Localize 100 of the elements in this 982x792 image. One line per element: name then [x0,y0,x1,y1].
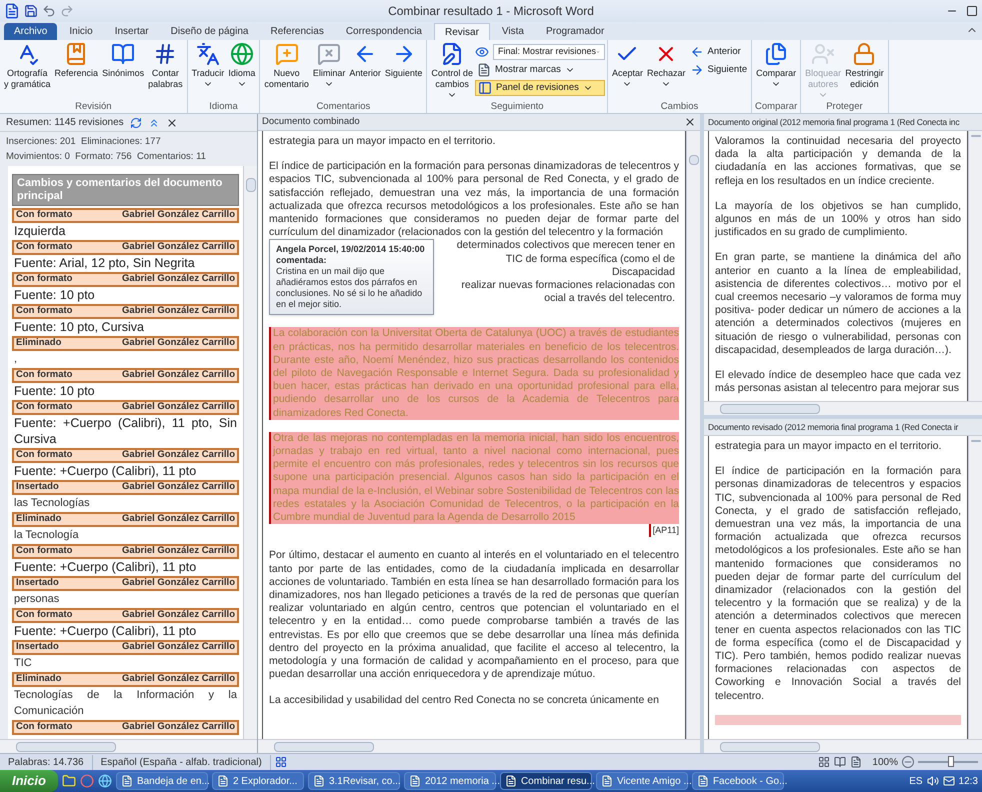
zoom-level[interactable]: 100% [872,754,898,770]
text-line: determinados colectivos que merecen tener en [456,239,675,253]
revision-header[interactable]: Insertado Gabriel González Carrillo [12,640,239,655]
horizontal-scrollbar[interactable] [258,739,700,753]
folder-icon[interactable] [62,774,76,788]
ribbon-button[interactable]: Traducir [190,40,226,101]
revision-header[interactable]: Con formato Gabriel González Carrillo [12,720,239,735]
revision-header[interactable]: Con formato Gabriel González Carrillo [12,608,239,623]
horizontal-scrollbar[interactable] [0,739,257,753]
revision-text: Fuente: +Cuerpo (Calibri), 11 pto [13,559,198,575]
ribbon-tab[interactable]: Insertar [104,23,159,40]
paragraph: Valoramos la continuidad necesaria del proyecto dada la alta participación y demanda de la ciudadanía en las acciones formativas, que se refleja en los resultados en un índice creciente. [715,135,961,188]
group-label: Revisión [74,101,113,113]
ribbon-small-button[interactable]: Panel de revisiones [474,80,605,96]
ribbon-small-button[interactable]: Anterior [688,44,750,60]
taskbar-button[interactable]: Combinar resu... [500,772,592,790]
close-icon[interactable] [166,116,178,128]
group-label: Proteger [825,101,864,113]
ribbon-tab[interactable]: Inicio [59,23,103,40]
pane-title: Documento original (2012 memoria final programa 1 (Red Conecta inc [708,116,960,128]
start-button[interactable]: Inicio [0,770,58,792]
revision-header[interactable]: Eliminado Gabriel González Carrillo [12,672,239,687]
revision-header[interactable]: Insertado Gabriel González Carrillo [12,576,239,591]
revision-type: Insertado [16,640,59,654]
taskbar-button[interactable]: Facebook - Go... [692,772,784,790]
horizontal-scrollbar[interactable] [704,401,982,415]
reading-view-icon[interactable] [834,756,846,768]
revision-header[interactable]: Con formato Gabriel González Carrillo [12,400,239,415]
ribbon-small-button[interactable]: Siguiente [688,62,750,78]
ribbon-button[interactable]: Eliminar [310,40,348,101]
ribbon-button[interactable]: Contar palabras [146,40,185,101]
volume-icon[interactable] [926,775,939,787]
vertical-scrollbar[interactable] [686,131,700,739]
restore-icon[interactable] [966,5,978,17]
ribbon-button[interactable]: Comparar [754,40,798,101]
ribbon-tab[interactable]: Correspondencia [336,23,432,40]
taskbar-button[interactable]: 2 Explorador... [212,772,304,790]
save-icon[interactable] [24,4,38,18]
ribbon-button[interactable]: Sinónimos [100,40,146,101]
ribbon-button[interactable]: Nuevo comentario [262,40,311,101]
revision-header[interactable]: Con formato Gabriel González Carrillo [12,272,239,287]
revision-text: Fuente: +Cuerpo (Calibri), 11 pto [13,463,198,479]
text-line: TIC de forma específica (como el de Discapacidad [504,252,675,280]
refresh-icon[interactable] [130,116,142,128]
revision-header[interactable]: Insertado Gabriel González Carrillo [12,480,239,495]
close-icon[interactable] [684,116,696,128]
revision-header[interactable]: Con formato Gabriel González Carrillo [12,544,239,559]
revision-header[interactable]: Con formato Gabriel González Carrillo [12,448,239,463]
translate-icon [196,42,220,66]
revision-type: Eliminado [16,512,62,526]
clock[interactable]: 12:3 [958,774,978,788]
taskbar-button[interactable]: 3.1Revisar, co... [308,772,400,790]
revision-header[interactable]: Con formato Gabriel González Carrillo [12,208,239,223]
taskbar-button[interactable]: Bandeja de en... [116,772,208,790]
vertical-scrollbar[interactable] [968,131,982,401]
ribbon-button[interactable]: Restringir edición [843,40,886,101]
vertical-scrollbar[interactable] [968,436,982,739]
mail-icon[interactable] [942,775,955,787]
revision-header[interactable]: Eliminado Gabriel González Carrillo [12,512,239,527]
ribbon-small-button[interactable]: Mostrar marcas [474,62,605,78]
print-layout-icon[interactable] [850,756,862,768]
input-language[interactable]: ES [909,774,923,788]
revision-text: , [13,352,18,367]
revision-author: Gabriel González Carrillo [122,480,235,494]
zoom-slider-thumb[interactable] [948,756,954,767]
ribbon-tab[interactable]: Archivo [4,23,58,40]
window-icon [216,775,229,787]
open-book-icon [111,42,136,66]
revision-header[interactable]: Con formato Gabriel González Carrillo [12,304,239,319]
ribbon-button[interactable]: Idioma [226,40,258,101]
ribbon-button[interactable]: Rechazar [644,40,688,101]
deleted-text: Otra de las mejoras no contempladas en la memoria inicial, han sido los encuentros, jornadas y trabajo en red virtual, tanto a nivel nacional como internacional, pues permite el encuentro con más profesionales, redes y telecentros sin los recursos que supone una participación presencial. Algunos casos han sido la participación en el mapa mundial de la e-Inclusión, el Webinar sobre Sostenibilidad de Telecentros con las redes estatales y la Asociación Comunidad de Telecentros, o la participación en la Cumbre mundial de Juventud para la Agenda de Desarrollo 2015 [269,432,679,524]
horizontal-scrollbar[interactable] [704,739,982,753]
ribbon-tab[interactable]: Programador [536,23,614,40]
revision-header[interactable]: Eliminado Gabriel González Carrillo [12,336,239,351]
ribbon-tab[interactable]: Diseño de página [160,23,258,40]
text-line: realizar nuevas formaciones relacionadas con [461,279,675,292]
ribbon-button[interactable]: Aceptar [610,40,645,101]
revision-author: Gabriel González Carrillo [122,368,235,382]
lock-icon [852,42,876,66]
vertical-scrollbar[interactable] [243,166,257,739]
markup-dropdown[interactable]: Final: Mostrar revisiones [492,44,605,60]
ribbon-tab[interactable]: Vista [492,23,534,40]
ribbon-button[interactable]: Control de cambios [429,40,475,101]
ribbon-button[interactable]: Anterior [347,40,383,101]
ribbon-tab[interactable]: Revisar [434,23,490,40]
previous-icon [690,45,704,59]
ribbon-button[interactable]: Siguiente [382,40,424,101]
group-label: Comentarios [315,101,372,113]
ribbon-button[interactable]: Referencia [52,40,100,101]
comment-mark[interactable]: [AP11] [648,524,679,538]
revision-header[interactable]: Con formato Gabriel González Carrillo [12,240,239,255]
view-icon[interactable] [818,756,830,768]
undo-icon[interactable] [42,4,56,18]
ribbon-tab[interactable]: Referencias [260,23,334,40]
globe-icon[interactable] [98,774,112,788]
ribbon-button[interactable]: Ortografía y gramática [2,40,53,101]
revision-text: Fuente: +Cuerpo (Calibri), 11 pto, Sin Cursiva [13,415,238,447]
zoom-out-icon[interactable] [902,756,914,768]
revision-header[interactable]: Con formato Gabriel González Carrillo [12,368,239,383]
